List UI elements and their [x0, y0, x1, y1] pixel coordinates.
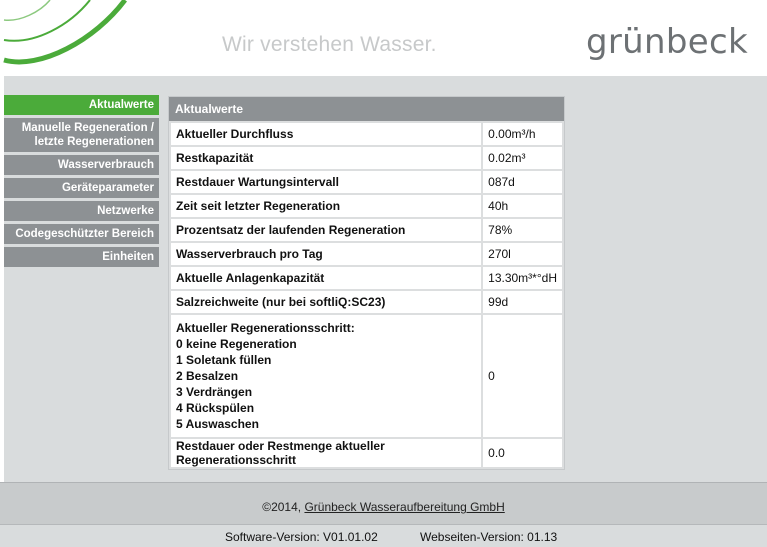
step-option: 3 Verdrängen	[176, 385, 253, 399]
row-label: Wasserverbrauch pro Tag	[168, 241, 484, 267]
sidebar-item-netzwerke[interactable]: Netzwerke	[4, 201, 159, 221]
header: Wir verstehen Wasser. grünbeck	[0, 0, 767, 76]
row-value: 0	[481, 313, 564, 439]
company-link[interactable]: Grünbeck Wasseraufbereitung GmbH	[304, 500, 504, 514]
software-version: Software-Version: V01.01.02	[225, 530, 378, 544]
row-value: 99d	[481, 289, 564, 315]
row-label: Aktueller Regenerationsschritt: 0 keine …	[168, 313, 484, 439]
row-label: Aktuelle Anlagenkapazität	[168, 265, 484, 291]
table-row: Restdauer Wartungsintervall 087d	[168, 169, 564, 195]
slogan: Wir verstehen Wasser.	[222, 33, 437, 56]
row-value: 13.30m³*°dH	[481, 265, 564, 291]
table-row: Wasserverbrauch pro Tag 270l	[168, 241, 564, 267]
sidebar-item-einheiten[interactable]: Einheiten	[4, 247, 159, 267]
copyright-text: ©2014,	[262, 500, 305, 514]
step-heading: Aktueller Regenerationsschritt:	[176, 321, 355, 335]
sidebar-item-codegeschuetzter-bereich[interactable]: Codegeschützter Bereich	[4, 224, 159, 244]
table-row-regeneration-step: Aktueller Regenerationsschritt: 0 keine …	[168, 313, 564, 439]
row-value: 0.0	[481, 437, 564, 469]
sidebar-item-geraeteparameter[interactable]: Geräteparameter	[4, 178, 159, 198]
swirl-logo-graphic	[3, 0, 127, 65]
brand-logo: grünbeck	[586, 22, 748, 62]
table-row: Salzreichweite (nur bei softliQ:SC23) 99…	[168, 289, 564, 315]
step-option: 2 Besalzen	[176, 369, 239, 383]
row-label: Restdauer Wartungsintervall	[168, 169, 484, 195]
values-panel: Aktualwerte Aktueller Durchfluss 0.00m³/…	[168, 96, 565, 470]
row-label: Restdauer oder Restmenge aktueller Regen…	[168, 437, 484, 469]
row-label: Prozentsatz der laufenden Regeneration	[168, 217, 484, 243]
row-value: 0.02m³	[481, 145, 564, 171]
sidebar-item-manuelle-regeneration[interactable]: Manuelle Regeneration / letzte Regenerat…	[4, 118, 159, 152]
table-row: Zeit seit letzter Regeneration 40h	[168, 193, 564, 219]
row-value: 0.00m³/h	[481, 121, 564, 147]
table-row: Prozentsatz der laufenden Regeneration 7…	[168, 217, 564, 243]
step-option: 1 Soletank füllen	[176, 353, 272, 367]
table-row: Restkapazität 0.02m³	[168, 145, 564, 171]
sidebar-item-aktualwerte[interactable]: Aktualwerte	[4, 95, 159, 115]
row-label: Zeit seit letzter Regeneration	[168, 193, 484, 219]
copyright: ©2014, Grünbeck Wasseraufbereitung GmbH	[0, 500, 767, 514]
row-label: Aktueller Durchfluss	[168, 121, 484, 147]
row-value: 78%	[481, 217, 564, 243]
website-version: Webseiten-Version: 01.13	[420, 530, 558, 544]
sidebar-nav: Aktualwerte Manuelle Regeneration / letz…	[4, 95, 159, 270]
step-option: 4 Rückspülen	[176, 401, 255, 415]
footer: ©2014, Grünbeck Wasseraufbereitung GmbH	[0, 482, 767, 524]
row-value: 087d	[481, 169, 564, 195]
table-row: Aktuelle Anlagenkapazität 13.30m³*°dH	[168, 265, 564, 291]
table-row: Restdauer oder Restmenge aktueller Regen…	[168, 437, 564, 469]
version-bar: Software-Version: V01.01.02 Webseiten-Ve…	[0, 524, 767, 547]
row-label: Restkapazität	[168, 145, 484, 171]
row-label: Salzreichweite (nur bei softliQ:SC23)	[168, 289, 484, 315]
sidebar-item-wasserverbrauch[interactable]: Wasserverbrauch	[4, 155, 159, 175]
row-value: 40h	[481, 193, 564, 219]
table-row: Aktueller Durchfluss 0.00m³/h	[168, 121, 564, 147]
row-value: 270l	[481, 241, 564, 267]
step-option: 0 keine Regeneration	[176, 337, 297, 351]
values-table: Aktueller Durchfluss 0.00m³/h Restkapazi…	[168, 121, 564, 469]
step-option: 5 Auswaschen	[176, 417, 259, 431]
panel-title: Aktualwerte	[169, 97, 564, 121]
